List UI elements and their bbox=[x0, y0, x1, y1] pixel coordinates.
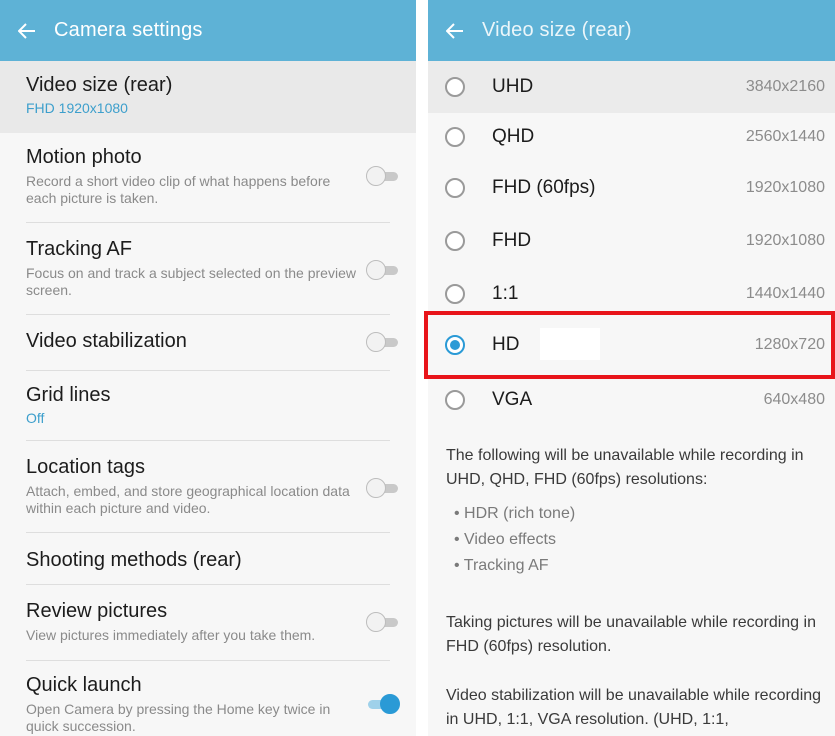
option-fhd[interactable]: FHD 1920x1080 bbox=[428, 215, 835, 267]
setting-quick-launch[interactable]: Quick launch Open Camera by pressing the… bbox=[0, 674, 416, 736]
info-text-unavailable-resolutions: The following will be unavailable while … bbox=[446, 447, 804, 488]
setting-title: Review pictures bbox=[26, 600, 168, 622]
setting-title: Quick launch bbox=[26, 674, 142, 696]
arrow-left-icon[interactable] bbox=[16, 20, 38, 42]
video-stabilization-toggle[interactable] bbox=[366, 332, 402, 352]
option-resolution: 1920x1080 bbox=[745, 232, 825, 249]
divider bbox=[26, 584, 390, 585]
setting-tracking-af[interactable]: Tracking AF Focus on and track a subject… bbox=[0, 238, 416, 314]
setting-title: Shooting methods (rear) bbox=[26, 549, 242, 571]
setting-value: FHD 1920x1080 bbox=[26, 100, 128, 116]
motion-photo-toggle[interactable] bbox=[366, 166, 402, 186]
setting-description: Focus on and track a subject selected on… bbox=[26, 265, 356, 298]
arrow-left-icon[interactable] bbox=[444, 20, 466, 42]
divider bbox=[26, 660, 390, 661]
setting-title: Motion photo bbox=[26, 146, 142, 168]
list-item: • Tracking AF bbox=[454, 557, 549, 574]
setting-description: Open Camera by pressing the Home key twi… bbox=[26, 701, 331, 734]
option-resolution: 2560x1440 bbox=[745, 128, 825, 145]
option-vga[interactable]: VGA 640x480 bbox=[428, 374, 835, 426]
option-label: VGA bbox=[492, 389, 533, 410]
option-label: HD bbox=[492, 334, 520, 355]
setting-description: View pictures immediately after you take… bbox=[26, 627, 316, 643]
radio-button[interactable] bbox=[445, 178, 465, 198]
setting-title: Tracking AF bbox=[26, 238, 132, 260]
option-label: QHD bbox=[492, 126, 535, 147]
option-label: 1:1 bbox=[492, 283, 519, 304]
option-label: FHD (60fps) bbox=[492, 177, 596, 198]
option-resolution: 1440x1440 bbox=[745, 285, 825, 302]
option-uhd[interactable]: UHD 3840x2160 bbox=[428, 61, 835, 113]
option-resolution: 1280x720 bbox=[754, 336, 825, 353]
divider bbox=[26, 314, 390, 315]
setting-grid-lines[interactable]: Grid lines Off bbox=[0, 384, 416, 440]
unavailable-features-list: • HDR (rich tone) • Video effects • Trac… bbox=[454, 501, 575, 579]
divider bbox=[26, 440, 390, 441]
setting-title: Grid lines bbox=[26, 384, 111, 406]
option-label: UHD bbox=[492, 76, 534, 97]
setting-title: Video stabilization bbox=[26, 330, 187, 352]
list-item: • HDR (rich tone) bbox=[454, 505, 576, 522]
info-text-taking-pictures: Taking pictures will be unavailable whil… bbox=[446, 614, 816, 655]
page-title: Camera settings bbox=[54, 19, 203, 41]
option-label: FHD bbox=[492, 230, 532, 251]
info-text-video-stabilization: Video stabilization will be unavailable … bbox=[446, 687, 822, 728]
option-qhd[interactable]: QHD 2560x1440 bbox=[428, 111, 835, 163]
divider bbox=[26, 532, 390, 533]
radio-button-selected[interactable] bbox=[445, 335, 465, 355]
option-fhd-60fps[interactable]: FHD (60fps) 1920x1080 bbox=[428, 162, 835, 214]
setting-location-tags[interactable]: Location tags Attach, embed, and store g… bbox=[0, 456, 416, 532]
video-size-app-bar: Video size (rear) bbox=[428, 0, 835, 61]
option-resolution: 3840x2160 bbox=[745, 78, 825, 95]
divider bbox=[26, 222, 390, 223]
setting-title: Location tags bbox=[26, 456, 145, 478]
setting-description: Record a short video clip of what happen… bbox=[26, 173, 331, 206]
redaction-mark bbox=[540, 328, 600, 360]
radio-button[interactable] bbox=[445, 127, 465, 147]
setting-review-pictures[interactable]: Review pictures View pictures immediatel… bbox=[0, 600, 416, 660]
radio-button[interactable] bbox=[445, 231, 465, 251]
quick-launch-toggle[interactable] bbox=[366, 694, 402, 714]
option-resolution: 640x480 bbox=[763, 391, 825, 408]
list-item: • Video effects bbox=[454, 531, 556, 548]
setting-video-stabilization[interactable]: Video stabilization bbox=[0, 330, 416, 370]
option-1-1[interactable]: 1:1 1440x1440 bbox=[428, 268, 835, 320]
setting-motion-photo[interactable]: Motion photo Record a short video clip o… bbox=[0, 146, 416, 222]
location-tags-toggle[interactable] bbox=[366, 478, 402, 498]
radio-button[interactable] bbox=[445, 77, 465, 97]
divider bbox=[26, 370, 390, 371]
tracking-af-toggle[interactable] bbox=[366, 260, 402, 280]
setting-value: Off bbox=[26, 410, 45, 426]
setting-shooting-methods-rear[interactable]: Shooting methods (rear) bbox=[0, 549, 416, 585]
video-size-panel: Video size (rear) UHD 3840x2160 QHD 2560… bbox=[428, 0, 835, 736]
radio-button[interactable] bbox=[445, 390, 465, 410]
setting-title: Video size (rear) bbox=[26, 74, 173, 96]
option-resolution: 1920x1080 bbox=[745, 179, 825, 196]
review-pictures-toggle[interactable] bbox=[366, 612, 402, 632]
camera-settings-panel: Camera settings Video size (rear) FHD 19… bbox=[0, 0, 416, 736]
radio-button[interactable] bbox=[445, 284, 465, 304]
page-title: Video size (rear) bbox=[482, 19, 632, 41]
option-hd[interactable]: HD 1280x720 bbox=[428, 319, 835, 371]
camera-settings-app-bar: Camera settings bbox=[0, 0, 416, 61]
setting-video-size-rear[interactable]: Video size (rear) FHD 1920x1080 bbox=[0, 61, 416, 133]
setting-description: Attach, embed, and store geographical lo… bbox=[26, 483, 350, 516]
